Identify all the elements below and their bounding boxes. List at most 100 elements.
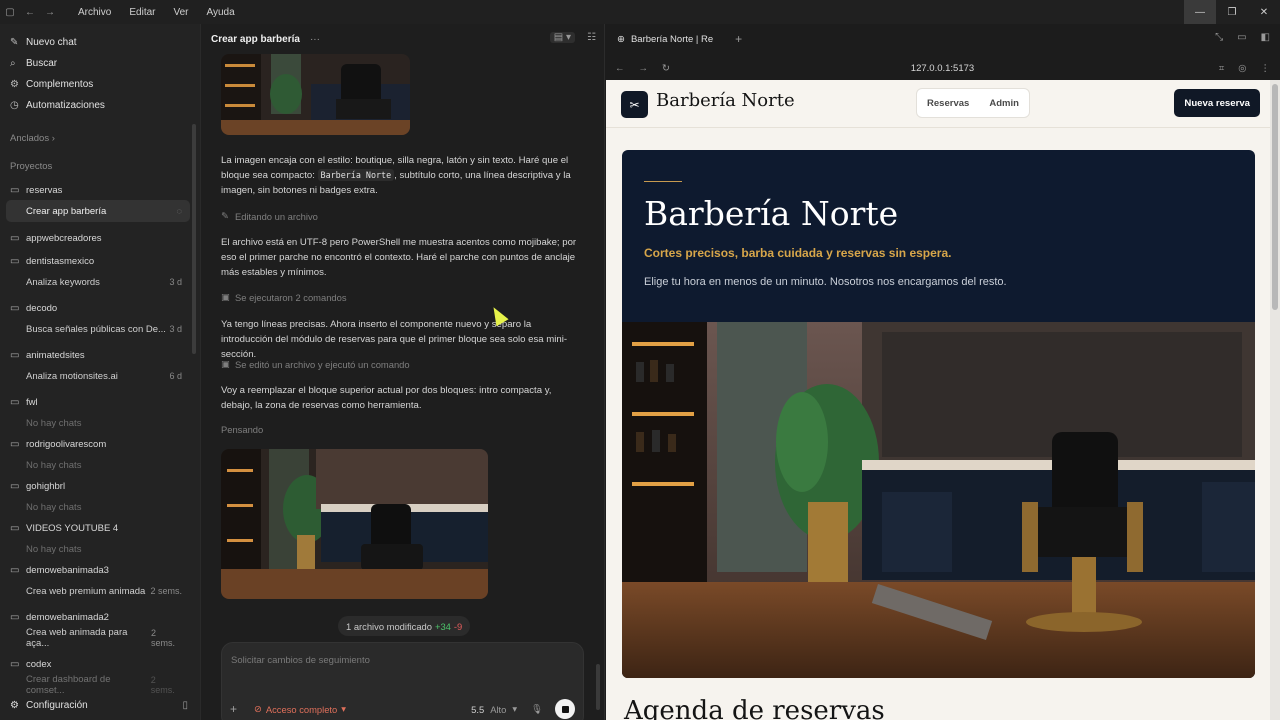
chat-item[interactable]: Crea web premium animada 2 sems.	[6, 580, 190, 602]
project-reservas[interactable]: ▭ reservas	[0, 180, 200, 200]
sidebar-scrollbar[interactable]	[192, 124, 196, 354]
model-selector[interactable]: 5.5 Alto ▾	[471, 703, 517, 715]
assistant-message: Ya tengo líneas precisas. Ahora inserto …	[221, 317, 581, 362]
url-field[interactable]: 127.0.0.1:5173	[605, 63, 1280, 74]
menu-ver[interactable]: Ver	[173, 7, 188, 18]
window-icon[interactable]: ▭	[1237, 32, 1246, 43]
back-arrow-icon[interactable]: ←	[20, 0, 40, 24]
composer-input[interactable]: Solicitar cambios de seguimiento	[231, 655, 370, 666]
thinking-indicator: Pensando	[221, 424, 263, 435]
settings-button[interactable]: ⚙ Configuración ▯	[0, 690, 200, 720]
assistant-message: El archivo está en UTF-8 pero PowerShell…	[221, 235, 581, 280]
stop-button[interactable]	[555, 699, 575, 719]
panel-layout-icon[interactable]: ☷	[587, 32, 596, 43]
new-tab-icon[interactable]: +	[735, 32, 742, 46]
files-changed-pill[interactable]: 1 archivo modificado +34 -9	[338, 616, 471, 636]
project-appwebcreadores[interactable]: ▭ appwebcreadores	[0, 228, 200, 248]
forward-arrow-icon[interactable]: →	[40, 0, 60, 24]
plugins-label: Complementos	[26, 79, 94, 90]
barbershop-image-thumbnail[interactable]	[221, 54, 410, 135]
project-animatedsites[interactable]: ▭ animatedsites	[0, 345, 200, 365]
project-gohighbrl[interactable]: ▭ gohighbrl	[0, 476, 200, 496]
nav-admin[interactable]: Admin	[989, 98, 1019, 109]
maximize-button[interactable]: ❐	[1216, 0, 1248, 24]
pencil-icon: ✎	[221, 210, 229, 221]
new-reservation-button[interactable]: Nueva reserva	[1174, 89, 1260, 117]
folder-icon: ▭	[10, 184, 20, 196]
menu-editar[interactable]: Editar	[129, 7, 155, 18]
new-chat-button[interactable]: ✎ Nuevo chat	[0, 32, 200, 53]
collapse-icon[interactable]: ⤡	[1215, 32, 1223, 43]
scissors-icon[interactable]: ✂	[621, 91, 648, 118]
barbershop-image-preview[interactable]	[221, 449, 488, 599]
globe-icon: ⊕	[617, 33, 625, 45]
editor-toggle-icon[interactable]: ▤ ▾	[549, 32, 576, 43]
menu-ayuda[interactable]: Ayuda	[207, 7, 235, 18]
inline-code: Barbería Norte	[317, 169, 395, 181]
status-line[interactable]: ▣ Se editó un archivo y ejecutó un comand…	[221, 358, 410, 370]
project-demowebanimada3[interactable]: ▭ demowebanimada3	[0, 560, 200, 580]
projects-section: Proyectos	[0, 152, 200, 180]
project-codex[interactable]: ▭ codex	[0, 654, 200, 674]
project-dentistasmexico[interactable]: ▭ dentistasmexico	[0, 251, 200, 271]
hero-divider	[644, 181, 682, 182]
inspect-icon[interactable]: ◎	[1238, 63, 1246, 74]
chat-age: 2 sems.	[151, 628, 176, 648]
menu-archivo[interactable]: Archivo	[78, 7, 111, 18]
search-icon: ⌕	[10, 58, 16, 69]
chat-item[interactable]: Analiza motionsites.ai 6 d	[6, 365, 190, 387]
status-text: Se ejecutaron 2 comandos	[235, 291, 347, 303]
status-line[interactable]: ✎ Editando un archivo	[221, 210, 318, 222]
chat-item[interactable]: Busca señales públicas con De... 3 d	[6, 318, 190, 340]
screenshot-icon[interactable]: ⌗	[1219, 63, 1224, 74]
phone-icon[interactable]: ▯	[182, 700, 188, 711]
automations-button[interactable]: ◷ Automatizaciones	[0, 95, 200, 116]
project-decodo[interactable]: ▭ decodo	[0, 298, 200, 318]
project-demowebanimada2[interactable]: ▭ demowebanimada2	[0, 607, 200, 627]
web-viewport: ✂ Barbería Norte Reservas Admin Nueva re…	[606, 80, 1270, 720]
pinned-section[interactable]: Anclados ›	[0, 124, 200, 152]
access-label: Acceso completo	[265, 703, 338, 715]
minimize-button[interactable]: —	[1184, 0, 1216, 24]
chat-age: 6 d	[169, 371, 182, 381]
message-text: Ya tengo líneas precisas. Ahora inserto …	[221, 319, 568, 360]
close-button[interactable]: ✕	[1248, 0, 1280, 24]
loading-spinner-icon: ◌	[176, 206, 182, 216]
more-options-icon[interactable]: ···	[310, 34, 320, 45]
project-rodrigoolivarescom[interactable]: ▭ rodrigoolivarescom	[0, 434, 200, 454]
nav-reservas[interactable]: Reservas	[927, 98, 969, 109]
site-brand[interactable]: Barbería Norte	[656, 90, 795, 111]
hero-section: Barbería Norte Cortes precisos, barba cu…	[622, 150, 1255, 678]
chat-title: Crear app barbería	[26, 205, 107, 217]
split-view-icon[interactable]: ◧	[1261, 32, 1270, 43]
status-line[interactable]: ▣ Se ejecutaron 2 comandos	[221, 291, 347, 303]
access-mode-dropdown[interactable]: ⊘ Acceso completo ▾	[254, 703, 346, 715]
project-name: demowebanimada3	[26, 564, 109, 576]
more-icon[interactable]: ⋮	[1261, 63, 1271, 74]
web-scrollbar-thumb[interactable]	[1272, 84, 1278, 310]
chat-item[interactable]: Crea web animada para aça... 2 sems.	[6, 627, 190, 649]
web-scrollbar[interactable]	[1270, 80, 1280, 720]
chat-item[interactable]: Analiza keywords 3 d	[6, 271, 190, 293]
clock-icon: ◷	[10, 100, 19, 111]
microphone-icon[interactable]: 🎙︎	[531, 703, 543, 715]
browser-tab[interactable]: ⊕ Barbería Norte | Re	[617, 34, 713, 45]
project-videos-youtube-4[interactable]: ▭ VIDEOS YOUTUBE 4	[0, 518, 200, 538]
menu-bar: Archivo Editar Ver Ayuda	[78, 7, 235, 18]
folder-icon: ▭	[10, 396, 20, 408]
plugins-button[interactable]: ⚙ Complementos	[0, 74, 200, 95]
address-bar: ← → ↻ 127.0.0.1:5173 ⌗ ◎ ⋮	[605, 54, 1280, 82]
sidebar-toggle-icon[interactable]: ▢	[0, 0, 20, 24]
empty-chat-note: No hay chats	[6, 496, 190, 518]
site-header: ✂ Barbería Norte Reservas Admin Nueva re…	[606, 80, 1270, 128]
chat-item-active[interactable]: Crear app barbería ◌	[6, 200, 190, 222]
gear-icon: ⚙	[10, 699, 19, 711]
assistant-message: La imagen encaja con el estilo: boutique…	[221, 153, 581, 198]
lines-added: +34	[434, 620, 451, 632]
project-fwl[interactable]: ▭ fwl	[0, 392, 200, 412]
chat-scrollbar[interactable]	[596, 664, 600, 710]
search-button[interactable]: ⌕ Buscar	[0, 53, 200, 74]
project-name: decodo	[26, 302, 58, 314]
folder-icon: ▭	[10, 564, 20, 576]
add-attachment-icon[interactable]: +	[230, 702, 250, 716]
